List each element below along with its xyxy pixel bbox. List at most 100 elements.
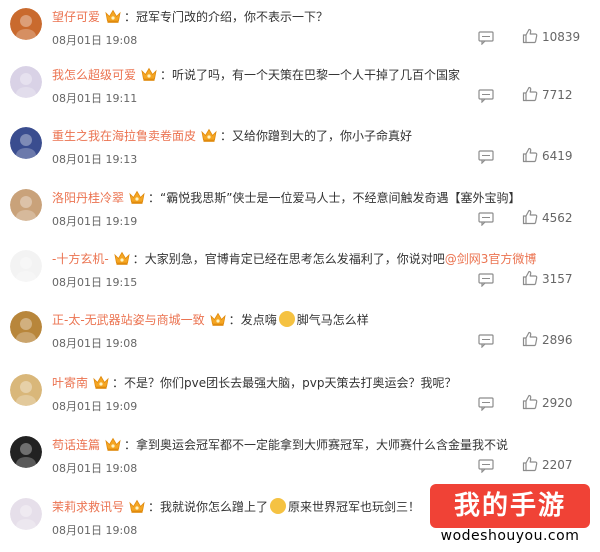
comment-item: -十方玄机- ：大家别急，官博肯定已经在思考怎么发福利了，你说对吧@剑网3官方微博…	[0, 242, 600, 300]
like-count: 2207	[542, 458, 573, 472]
comment-text-continued: 脚气马怎么样	[296, 313, 369, 327]
username-link[interactable]: 重生之我在海拉鲁卖卷面皮	[52, 129, 196, 143]
thumbs-up-icon[interactable]	[522, 270, 538, 286]
like-count: 6419	[542, 149, 573, 163]
comment-time: 08月01日 19:11	[52, 92, 138, 105]
comment-icon[interactable]	[478, 458, 494, 474]
comment-line: 重生之我在海拉鲁卖卷面皮 ：又给你蹭到大的了，你小子命真好	[52, 127, 590, 148]
like-count: 2920	[542, 396, 573, 410]
separator: ：	[148, 191, 161, 205]
thumbs-up-icon[interactable]	[522, 456, 538, 472]
crown-badge-icon	[128, 189, 146, 210]
crown-badge-icon	[128, 498, 146, 519]
comment-icon[interactable]	[478, 149, 494, 165]
username-link[interactable]: 正-太-无武器站姿与商城一致	[52, 313, 205, 327]
comment-item: 正-太-无武器站姿与商城一致 ：发点嗨 脚气马怎么样 08月01日 19:08 2896	[0, 303, 600, 361]
separator: ：	[124, 438, 137, 452]
separator: ：	[124, 10, 137, 24]
thumbs-up-icon[interactable]	[522, 86, 538, 102]
comment-line: -十方玄机- ：大家别急，官博肯定已经在思考怎么发福利了，你说对吧@剑网3官方微博	[52, 250, 590, 271]
comment-item: 望仔可爱 ：冠军专门改的介绍，你不表示一下？ 08月01日 19:08 10839	[0, 0, 600, 58]
crown-badge-icon	[140, 66, 158, 87]
username-link[interactable]: -十方玄机-	[52, 252, 109, 266]
like-count: 3157	[542, 272, 573, 286]
comment-item: 洛阳丹桂冷翠 ：“霸悦我思斯”侠士是一位爱马人士，不经意间触发奇遇【塞外宝驹】 08…	[0, 181, 600, 239]
avatar[interactable]	[10, 127, 42, 159]
emoji-icon	[270, 498, 287, 514]
thumbs-up-icon[interactable]	[522, 147, 538, 163]
comment-line: 望仔可爱 ：冠军专门改的介绍，你不表示一下？	[52, 8, 590, 29]
crown-badge-icon	[113, 250, 131, 271]
comment-item: 我怎么超级可爱 ：听说了吗，有一个天策在巴黎一个人干掉了几百个国家 08月01日 1…	[0, 58, 600, 116]
username-link[interactable]: 我怎么超级可爱	[52, 68, 136, 82]
separator: ：	[160, 68, 173, 82]
comment-line: 正-太-无武器站姿与商城一致 ：发点嗨 脚气马怎么样	[52, 311, 590, 332]
comment-line: 叶寄南 ：不是？你们pve团长去最强大脑，pvp天策去打奥运会？我呢？	[52, 374, 590, 395]
comment-time: 08月01日 19:19	[52, 215, 138, 228]
avatar[interactable]	[10, 8, 42, 40]
avatar[interactable]	[10, 250, 42, 282]
comment-icon[interactable]	[478, 272, 494, 288]
like-count: 7712	[542, 88, 573, 102]
comment-time: 08月01日 19:15	[52, 276, 138, 289]
comment-text: 大家别急，官博肯定已经在思考怎么发福利了，你说对吧	[144, 252, 445, 266]
username-link[interactable]: 苟话连篇	[52, 438, 100, 452]
avatar[interactable]	[10, 189, 42, 221]
username-link[interactable]: 洛阳丹桂冷翠	[52, 191, 124, 205]
comment-time: 08月01日 19:08	[52, 524, 138, 537]
comment-text: 又给你蹭到大的了，你小子命真好	[232, 129, 413, 143]
username-link[interactable]: 望仔可爱	[52, 10, 100, 24]
comment-text: 发点嗨	[240, 313, 277, 327]
crown-badge-icon	[209, 311, 227, 332]
comment-text: 我就说你怎么蹭上了	[160, 500, 269, 514]
thumbs-up-icon[interactable]	[522, 331, 538, 347]
comment-icon[interactable]	[478, 396, 494, 412]
thumbs-up-icon[interactable]	[522, 28, 538, 44]
comment-time: 08月01日 19:08	[52, 34, 138, 47]
emoji-icon	[278, 311, 295, 327]
separator: ：	[132, 252, 145, 266]
comment-icon[interactable]	[478, 88, 494, 104]
comment-line: 我怎么超级可爱 ：听说了吗，有一个天策在巴黎一个人干掉了几百个国家	[52, 66, 590, 87]
watermark-logo: 我的手游 wodeshouyou.com	[426, 484, 594, 546]
crown-badge-icon	[104, 8, 122, 29]
avatar[interactable]	[10, 66, 42, 98]
comment-item: 重生之我在海拉鲁卖卷面皮 ：又给你蹭到大的了，你小子命真好 08月01日 19:13…	[0, 119, 600, 177]
like-count: 2896	[542, 333, 573, 347]
username-link[interactable]: 茉莉求救讯号	[52, 500, 124, 514]
comment-icon[interactable]	[478, 30, 494, 46]
thumbs-up-icon[interactable]	[522, 209, 538, 225]
comment-item: 叶寄南 ：不是？你们pve团长去最强大脑，pvp天策去打奥运会？我呢？ 08月01日…	[0, 366, 600, 424]
crown-badge-icon	[200, 127, 218, 148]
comment-text-continued: 原来世界冠军也玩剑三！	[288, 500, 421, 514]
avatar[interactable]	[10, 311, 42, 343]
comment-text: 不是？你们pve团长去最强大脑，pvp天策去打奥运会？我呢？	[124, 376, 457, 390]
comment-text: 拿到奥运会冠军都不一定能拿到大师赛冠军，大师赛什么含金量我不说	[136, 438, 509, 452]
mention-link[interactable]: @剑网3官方微博	[445, 252, 537, 266]
avatar[interactable]	[10, 374, 42, 406]
comment-icon[interactable]	[478, 333, 494, 349]
avatar[interactable]	[10, 436, 42, 468]
comment-text: 听说了吗，有一个天策在巴黎一个人干掉了几百个国家	[172, 68, 461, 82]
avatar[interactable]	[10, 498, 42, 530]
comment-line: 洛阳丹桂冷翠 ：“霸悦我思斯”侠士是一位爱马人士，不经意间触发奇遇【塞外宝驹】	[52, 189, 590, 210]
thumbs-up-icon[interactable]	[522, 394, 538, 410]
comment-time: 08月01日 19:08	[52, 462, 138, 475]
like-count: 4562	[542, 211, 573, 225]
comment-text: 冠军专门改的介绍，你不表示一下？	[136, 10, 329, 24]
watermark-title: 我的手游	[430, 484, 590, 528]
crown-badge-icon	[92, 374, 110, 395]
separator: ：	[112, 376, 125, 390]
like-count: 10839	[542, 30, 581, 44]
watermark-url: wodeshouyou.com	[440, 528, 580, 544]
comment-text: “霸悦我思斯”侠士是一位爱马人士，不经意间触发奇遇【塞外宝驹】	[160, 191, 521, 205]
username-link[interactable]: 叶寄南	[52, 376, 88, 390]
separator: ：	[220, 129, 233, 143]
comment-icon[interactable]	[478, 211, 494, 227]
separator: ：	[228, 313, 241, 327]
comment-time: 08月01日 19:08	[52, 337, 138, 350]
crown-badge-icon	[104, 436, 122, 457]
comment-time: 08月01日 19:13	[52, 153, 138, 166]
comment-line: 苟话连篇 ：拿到奥运会冠军都不一定能拿到大师赛冠军，大师赛什么含金量我不说	[52, 436, 590, 457]
comment-time: 08月01日 19:09	[52, 400, 138, 413]
